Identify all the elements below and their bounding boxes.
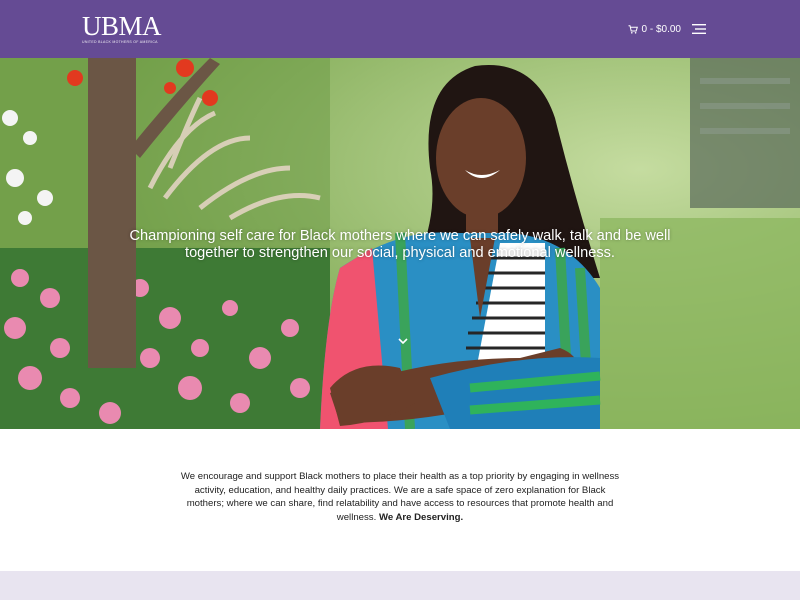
cart-link[interactable]: 0 - $0.00 <box>628 24 681 35</box>
hamburger-menu-icon[interactable] <box>692 24 706 34</box>
site-header: UBMA United Black Mothers of America 0 -… <box>0 0 800 58</box>
chevron-down-icon[interactable] <box>398 338 408 345</box>
site-logo[interactable]: UBMA United Black Mothers of America <box>82 11 162 45</box>
hero-headline-line2: together to strengthen our social, physi… <box>185 245 615 261</box>
cart-total: 0 - $0.00 <box>641 23 681 35</box>
cart-icon <box>628 24 638 34</box>
logo-wordmark: UBMA <box>82 11 162 42</box>
logo-subtitle: United Black Mothers of America <box>82 40 158 45</box>
hero-banner: Championing self care for Black mothers … <box>0 58 800 429</box>
header-actions: 0 - $0.00 <box>628 24 706 35</box>
intro-emphasis: We Are Deserving. <box>378 511 464 523</box>
intro-paragraph: We encourage and support Black mothers t… <box>180 470 620 524</box>
hero-headline-line1: Championing self care for Black mothers … <box>129 228 671 244</box>
next-section-band <box>0 571 800 600</box>
hero-headline: Championing self care for Black mothers … <box>0 228 800 262</box>
